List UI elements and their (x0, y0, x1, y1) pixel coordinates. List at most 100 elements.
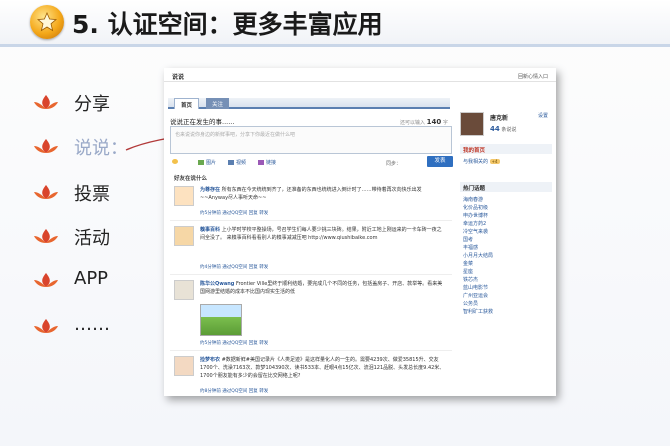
feed-item: 糗事百科 上小学时学校平整操场，号召学生们每人要少挑三块砖。结果，附近工地上刚运… (170, 224, 452, 276)
lotus-bullet-icon (34, 319, 58, 333)
image-label: 图片 (206, 160, 217, 166)
hot-topic[interactable]: 申办世博杯 (463, 212, 488, 220)
hot-topic[interactable]: 海南春游 (463, 196, 483, 204)
feed-text-block: 陈华公Qwang Frontier Ville里终于顺利结婚，要完成几个不同的任… (200, 280, 446, 296)
feed-item: 陈华公Qwang Frontier Ville里终于顺利结婚，要完成几个不同的任… (170, 278, 452, 352)
post-prompt: 说说正在发生的事...... (170, 118, 235, 126)
hot-topic[interactable]: 广州亚运会 (463, 292, 488, 300)
bullet-label: 投票 (74, 184, 110, 205)
hot-topic[interactable]: 公务员 (463, 300, 478, 308)
feed-text: Frontier Ville里终于顺利结婚，要完成几个不同的任务，包括盖房子、开… (200, 281, 443, 295)
bullet-share: 分享 (32, 90, 152, 116)
feed-meta[interactable]: 约5分钟前 通过QQ空间 回复 转发 (200, 210, 268, 216)
lotus-bullet-icon (34, 139, 58, 153)
bullet-app: APP (32, 268, 152, 294)
sync-label: 同步： (386, 161, 402, 167)
bullet-label: 分享 (74, 94, 110, 115)
hot-topic[interactable]: 幸运方药2 (463, 220, 486, 228)
related-badge: +4 (489, 159, 500, 164)
emoji-button[interactable] (172, 159, 180, 165)
video-label: 视频 (236, 160, 247, 166)
feed-text-block: 糗事百科 上小学时学校平整操场，号召学生们每人要少挑三块砖。结果，附近工地上刚运… (200, 226, 446, 242)
lotus-bullet-icon (34, 273, 58, 287)
bullet-label: 说说： (74, 138, 128, 159)
video-icon (228, 160, 234, 165)
feed-text: 所有东西在今天统统到齐了，还准备的东西也统统进入倒计时了……带待着再次向快乐出发… (200, 187, 422, 201)
hot-topic[interactable]: 星座 (463, 268, 473, 276)
feed-item: 捡梦布衣 #数据新鲜#美国记录片《人类足迹》是这样量化人的一生的。需要4239次… (170, 354, 452, 396)
hot-topic[interactable]: 丰福感 (463, 244, 478, 252)
friends-feed-title: 好友在说什么 (174, 176, 208, 182)
related-label: 与我相关的 (463, 159, 489, 165)
profile-name[interactable]: 唐克新 (490, 113, 508, 122)
shuoshuo-screenshot: 说说 回新心情入口 首页 关注 说说正在发生的事...... 还可以输入 140… (164, 68, 556, 396)
avatar[interactable] (174, 226, 194, 246)
settings-link[interactable]: 设置 (538, 112, 548, 119)
feed-meta[interactable]: 约4分钟前 通过QQ空间 回复 转发 (200, 264, 268, 270)
bullet-more: …… (32, 314, 152, 340)
feed-divider (170, 274, 452, 275)
mood-entry-link[interactable]: 回新心情入口 (518, 73, 548, 80)
hot-topic[interactable]: 铁芯杰 (463, 276, 478, 284)
feed-author[interactable]: 捡梦布衣 (200, 357, 220, 363)
hot-topic[interactable]: 蓝山电影节 (463, 284, 488, 292)
post-toolbar: 图片 视频 链接 (170, 158, 452, 168)
hot-topic[interactable]: 智利矿工获救 (463, 308, 493, 316)
related-link[interactable]: 与我相关的 +4 (463, 158, 500, 165)
screenshot-title: 说说 (172, 74, 185, 81)
feed-divider (170, 220, 452, 221)
screenshot-header: 说说 回新心情入口 (164, 68, 556, 82)
feed-divider (170, 350, 452, 351)
hot-topic[interactable]: 冷空气来袭 (463, 228, 488, 236)
feed-meta[interactable]: 约8分钟前 通过QQ空间 回复 转发 (200, 388, 268, 394)
bullet-label: APP (74, 268, 109, 289)
link-label: 链接 (266, 160, 277, 166)
image-icon (198, 160, 204, 165)
feed-author[interactable]: 陈华公Qwang (200, 281, 234, 287)
feed-text: #数据新鲜#美国记录片《人类足迹》是这样量化人的一生的。需要4239次、做爱35… (200, 357, 445, 379)
image-button[interactable]: 图片 (198, 159, 216, 166)
feed-meta[interactable]: 约5分钟前 通过QQ空间 回复 转发 (200, 340, 268, 346)
title-divider (0, 44, 670, 47)
lotus-bullet-icon (34, 95, 58, 109)
profile-count: 44 条说说 (490, 125, 516, 133)
bullet-label: 活动 (74, 228, 110, 249)
avatar[interactable] (174, 280, 194, 300)
lotus-bullet-icon (34, 185, 58, 199)
title-bar: 5. 认证空间：更多丰富应用 (0, 0, 670, 44)
profile-count-value: 44 (490, 125, 500, 133)
send-button[interactable]: 发表 (427, 156, 453, 167)
tab-home[interactable]: 首页 (174, 98, 200, 109)
link-button[interactable]: 链接 (258, 159, 276, 166)
tab-follow[interactable]: 关注 (206, 98, 230, 109)
lotus-bullet-icon (34, 229, 58, 243)
feed-author[interactable]: 糗事百科 (200, 227, 220, 233)
slide-title: 5. 认证空间：更多丰富应用 (72, 10, 383, 39)
feed-text: 上小学时学校平整操场，号召学生们每人要少挑三块砖。结果，附近工地上刚运来的一卡车… (200, 227, 442, 241)
hot-topic[interactable]: 化价品初级 (463, 204, 488, 212)
tab-bar: 首页 关注 (168, 98, 450, 109)
avatar[interactable] (174, 186, 194, 206)
star-emblem-icon (30, 5, 64, 39)
post-input[interactable]: 也来说说你身边的新鲜事吧，分享下你最近在做什么吧 (170, 126, 452, 154)
feed-author[interactable]: 为尊存在 (200, 187, 220, 193)
hot-topics-title: 热门话题 (460, 182, 552, 192)
feed-text-block: 捡梦布衣 #数据新鲜#美国记录片《人类足迹》是这样量化人的一生的。需要4239次… (200, 356, 446, 380)
profile-count-label: 条说说 (501, 127, 517, 133)
feed-text-block: 为尊存在 所有东西在今天统统到齐了，还准备的东西也统统进入倒计时了……带待着再次… (200, 186, 446, 202)
hot-topic[interactable]: 小月月大结局 (463, 252, 493, 260)
my-home-link[interactable]: 我的首页 (460, 144, 552, 154)
profile-avatar[interactable] (460, 112, 484, 136)
video-button[interactable]: 视频 (228, 159, 246, 166)
bullet-activity: 活动 (32, 224, 152, 250)
bullet-label: …… (74, 314, 110, 335)
avatar[interactable] (174, 356, 194, 376)
hot-topic[interactable]: 金菜 (463, 260, 473, 268)
feed-game-image[interactable] (200, 304, 242, 336)
char-counter: 还可以输入 140 字 (400, 118, 448, 126)
post-input-placeholder: 也来说说你身边的新鲜事吧，分享下你最近在做什么吧 (175, 132, 296, 138)
link-icon (258, 160, 264, 165)
hot-topic[interactable]: 国考 (463, 236, 473, 244)
char-counter-value: 140 (426, 118, 442, 126)
bullet-vote: 投票 (32, 180, 152, 206)
